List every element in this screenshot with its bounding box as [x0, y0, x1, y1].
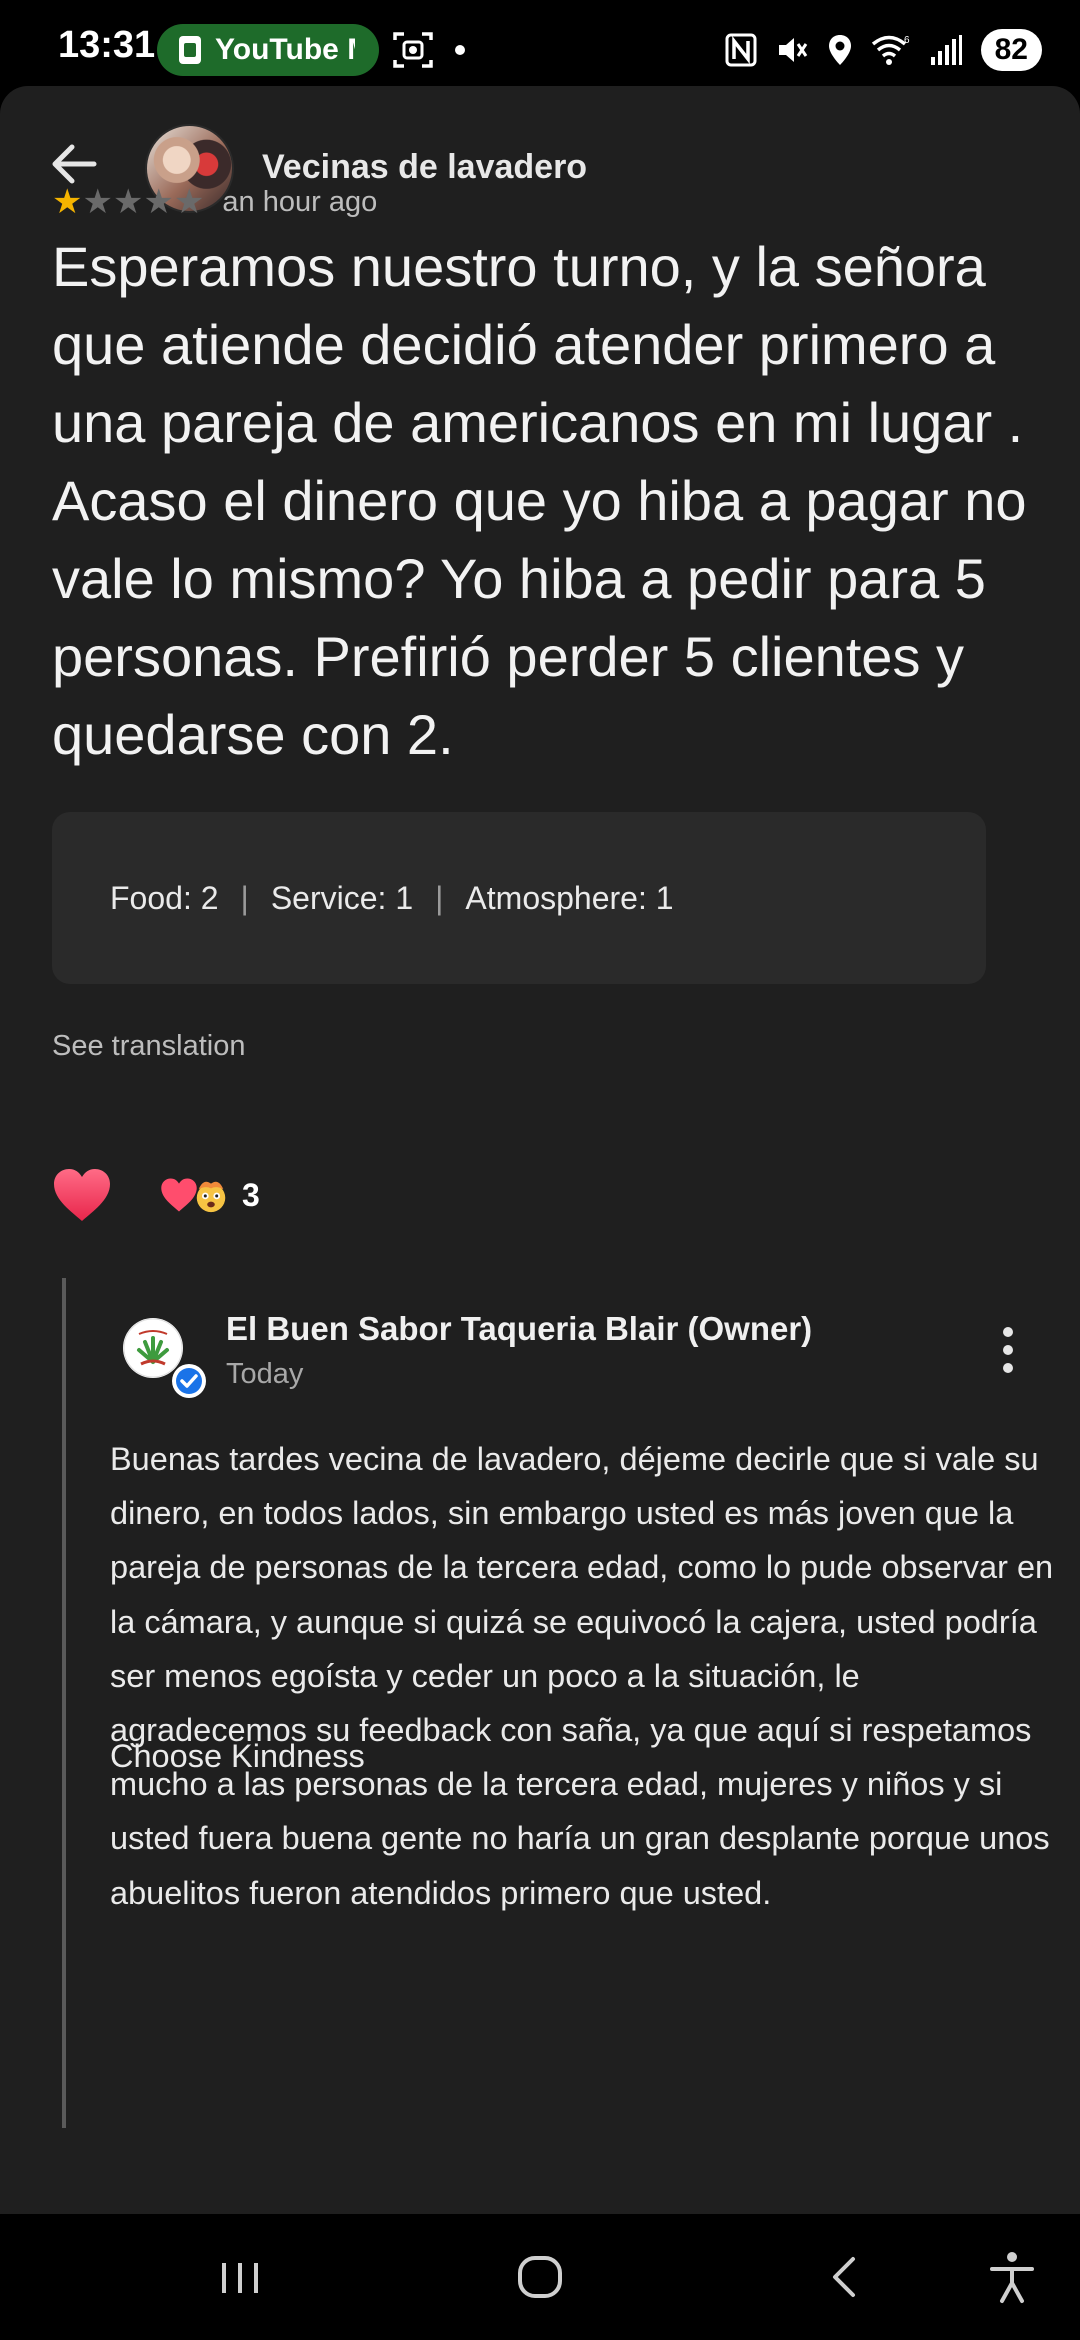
phone-call-icon: [179, 36, 201, 64]
signal-icon: [930, 35, 962, 65]
wifi-icon: 6: [871, 35, 910, 65]
star-empty-icon: ★: [143, 183, 174, 221]
svg-text:6: 6: [904, 35, 910, 46]
owner-name: El Buen Sabor Taqueria Blair (Owner): [226, 1310, 813, 1347]
accessibility-icon[interactable]: [982, 2247, 1042, 2307]
review-detail-screen: Vecinas de lavadero ★ ★ ★ ★ ★ an hour ag…: [0, 86, 1080, 2214]
notification-dot: [455, 45, 465, 55]
owner-reply-signoff: Choose Kindness: [110, 1738, 365, 1774]
aspect-ratings: Food: 2 | Service: 1 | Atmosphere: 1: [52, 812, 986, 984]
status-bar: 13:31 YouTube M 6: [0, 0, 1080, 90]
owner-logo: [123, 1318, 183, 1378]
verified-badge-icon: [172, 1364, 206, 1398]
owner-reply-body: Buenas tardes vecina de lavadero, déjeme…: [110, 1441, 1054, 1911]
system-navigation-bar: [0, 2214, 1080, 2340]
review-body: Esperamos nuestro turno, y la señora que…: [52, 235, 1027, 766]
food-rating: Food: 2: [110, 879, 219, 916]
review-rating-row: ★ ★ ★ ★ ★ an hour ago: [52, 182, 377, 222]
location-icon: [828, 35, 851, 65]
star-filled-icon: ★: [52, 183, 83, 221]
top-app-bar: Vecinas de lavadero: [0, 86, 1080, 246]
exploding-head-emoji-icon: [196, 1181, 226, 1213]
atmosphere-rating: Atmosphere: 1: [465, 879, 674, 916]
status-icons: 6 82: [725, 26, 1042, 74]
heart-react-button-icon[interactable]: [52, 1167, 112, 1223]
mute-icon: [778, 38, 807, 62]
owner-reply-timestamp: Today: [226, 1358, 304, 1390]
reply-indent-line: [62, 1278, 66, 2128]
active-app-pill[interactable]: YouTube M: [157, 24, 379, 76]
review-timestamp: an hour ago: [222, 185, 378, 218]
active-app-label: YouTube M: [215, 33, 355, 66]
taqueria-logo-icon: [123, 1318, 183, 1378]
star-empty-icon: ★: [173, 183, 205, 221]
divider: |: [240, 879, 249, 916]
recent-apps-icon[interactable]: [210, 2247, 270, 2307]
reaction-summary[interactable]: 3: [160, 1176, 260, 1214]
more-options-icon[interactable]: [990, 1320, 1026, 1380]
star-empty-icon: ★: [112, 183, 144, 221]
reaction-count: 3: [242, 1176, 260, 1213]
back-nav-icon[interactable]: [815, 2247, 875, 2307]
star-empty-icon: ★: [82, 183, 113, 221]
status-time: 13:31: [58, 24, 156, 66]
divider: |: [435, 879, 444, 916]
see-translation-link[interactable]: See translation: [52, 1030, 245, 1063]
home-icon[interactable]: [510, 2247, 570, 2307]
screenshot-icon: [393, 32, 433, 68]
service-rating: Service: 1: [270, 879, 414, 916]
battery-indicator: 82: [980, 29, 1042, 71]
reaction-bar: 3: [52, 1160, 260, 1230]
nfc-icon: [725, 33, 757, 67]
